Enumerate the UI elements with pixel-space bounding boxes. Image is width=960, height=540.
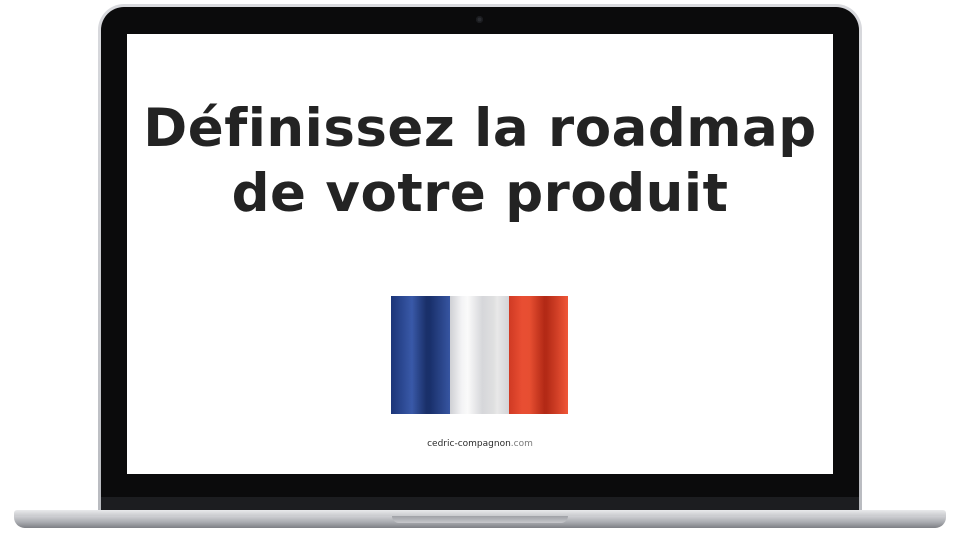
camera-icon: [476, 16, 483, 23]
laptop-screen: Définissez la roadmap de votre produit c…: [127, 34, 833, 474]
flag-stripe-white: [450, 296, 509, 414]
france-flag-image: [391, 296, 568, 414]
flag-stripe-red: [509, 296, 568, 414]
laptop-chin: [101, 497, 859, 510]
website-domain: cedric-compagnon.com: [127, 439, 833, 449]
headline-line-1: Définissez la roadmap: [143, 98, 817, 159]
domain-name: cedric-compagnon: [427, 439, 511, 449]
page-title: Définissez la roadmap de votre produit: [127, 96, 833, 226]
flag-stripe-blue: [391, 296, 450, 414]
headline-line-2: de votre produit: [231, 163, 729, 224]
domain-tld: .com: [510, 439, 533, 449]
laptop-opening-notch: [392, 516, 568, 523]
